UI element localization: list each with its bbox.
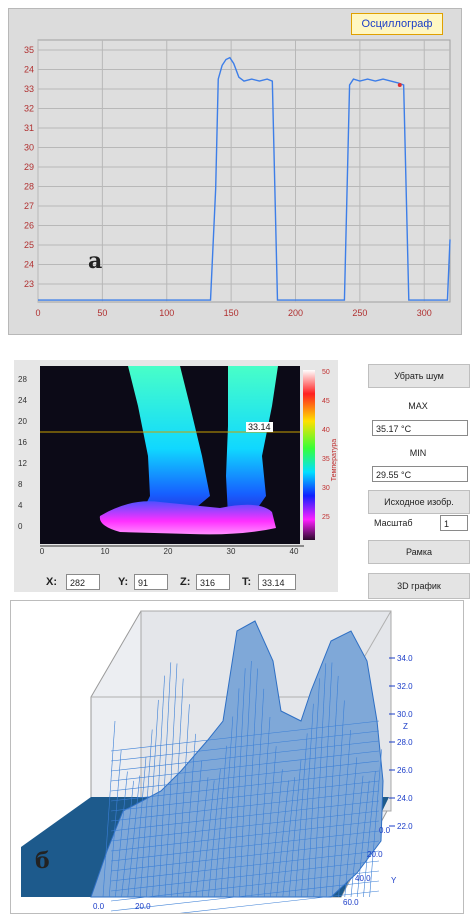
oscilloscope-chart: 35 24 33 32 31 30 29 28 27 26 25 24 23 0 50 100 150 200 25… [24,39,451,318]
y3d-tick-label: 20.0 [367,850,383,859]
z-tick-label: 34.0 [397,654,413,663]
z-tick-label: 26.0 [397,766,413,775]
z-coord-field[interactable]: 316 [196,574,230,590]
y-tick-label: 32 [24,104,34,114]
y-tick-label: 35 [24,45,34,55]
panel-label-a: а [88,248,103,274]
y3d-tick-label: 60.0 [343,898,359,907]
frame-button[interactable]: Рамка [368,540,470,564]
thermo-y-tick: 8 [18,480,23,489]
y-tick-label: 30 [24,143,34,153]
temperature-colorbar [303,370,315,540]
thermo-x-tick: 10 [101,547,110,556]
thermo-y-tick: 24 [18,396,27,405]
surface-3d-panel: 34.0 32.0 30.0 28.0 26.0 24.0 22.0 Z 0.0 20.0 40.0… [10,600,464,918]
z-tick-label: 22.0 [397,822,413,831]
min-label: MIN [409,448,427,458]
t-coord-label: T: [242,576,252,588]
x-tick-label: 300 [417,308,432,318]
colorbar-tick: 45 [322,398,330,405]
z-tick-label: 30.0 [397,710,413,719]
thermo-y-tick: 4 [18,501,23,510]
y-tick-label: 28 [24,182,34,192]
y-tick-label: 26 [24,221,34,231]
x-tick-label: 250 [352,308,367,318]
thermo-x-tick: 20 [164,547,173,556]
max-label: MAX [408,401,428,411]
z-tick-label: 24.0 [397,794,413,803]
y-coord-field[interactable]: 91 [134,574,168,590]
x3d-tick-label: 20.0 [135,902,151,911]
colorbar-tick: 50 [322,369,330,376]
y-tick-label: 23 [24,279,34,289]
z-tick-label: 28.0 [397,738,413,747]
y3d-tick-label: 40.0 [355,874,371,883]
x-tick-label: 100 [159,308,174,318]
thermo-x-tick: 30 [227,547,236,556]
y-tick-label: 24 [24,260,34,270]
source-image-button[interactable]: Исходное изобр. [368,490,470,514]
colorbar-title: Температура [331,439,338,482]
y-tick-label: 24 [24,65,34,75]
y-coord-label: Y: [118,576,129,588]
thermo-y-tick: 16 [18,438,27,447]
x-tick-label: 50 [97,308,107,318]
thermo-y-tick: 28 [18,375,27,384]
min-value-field[interactable]: 29.55 °C [372,466,468,482]
y-tick-label: 33 [24,84,34,94]
scale-label: Масштаб [374,518,413,528]
series-marker [397,82,402,87]
x-coord-field[interactable]: 282 [66,574,100,590]
thermo-y-tick: 12 [18,459,27,468]
x-coord-label: X: [46,576,57,588]
x3d-tick-label: 0.0 [93,902,105,911]
x-tick-label: 200 [288,308,303,318]
z-axis-label: Z [403,722,408,731]
thermo-x-tick: 0 [40,547,45,556]
thermo-y-tick: 0 [18,522,23,531]
y-tick-label: 27 [24,201,34,211]
y3d-tick-label: 0.0 [379,826,391,835]
z-tick-label: 32.0 [397,682,413,691]
thermo-x-tick: 40 [290,547,299,556]
colorbar-tick: 35 [322,456,330,463]
y-tick-label: 31 [24,123,34,133]
thermo-y-tick: 20 [18,417,27,426]
colorbar-tick: 30 [322,485,330,492]
surface-3d-axes: 34.0 32.0 30.0 28.0 26.0 24.0 22.0 Z 0.0 20.0 40.0… [93,654,413,911]
x-tick-label: 0 [35,308,40,318]
graph-3d-button[interactable]: 3D график [368,573,470,599]
remove-noise-button[interactable]: Убрать шум [368,364,470,388]
x-tick-label: 150 [224,308,239,318]
colorbar-tick: 40 [322,427,330,434]
y-tick-label: 25 [24,240,34,250]
y-tick-label: 29 [24,162,34,172]
y3d-axis-label: Y [391,876,397,885]
thermogram-axes: 28242016128400 10 20 30 40504540353025Темпер… [18,369,338,556]
colorbar-tick: 25 [322,514,330,521]
scale-field[interactable]: 1 [440,515,468,531]
max-value-field[interactable]: 35.17 °C [372,420,468,436]
panel-label-b: б [35,848,50,874]
t-coord-field[interactable]: 33.14 [258,574,296,590]
z-coord-label: Z: [180,576,191,588]
